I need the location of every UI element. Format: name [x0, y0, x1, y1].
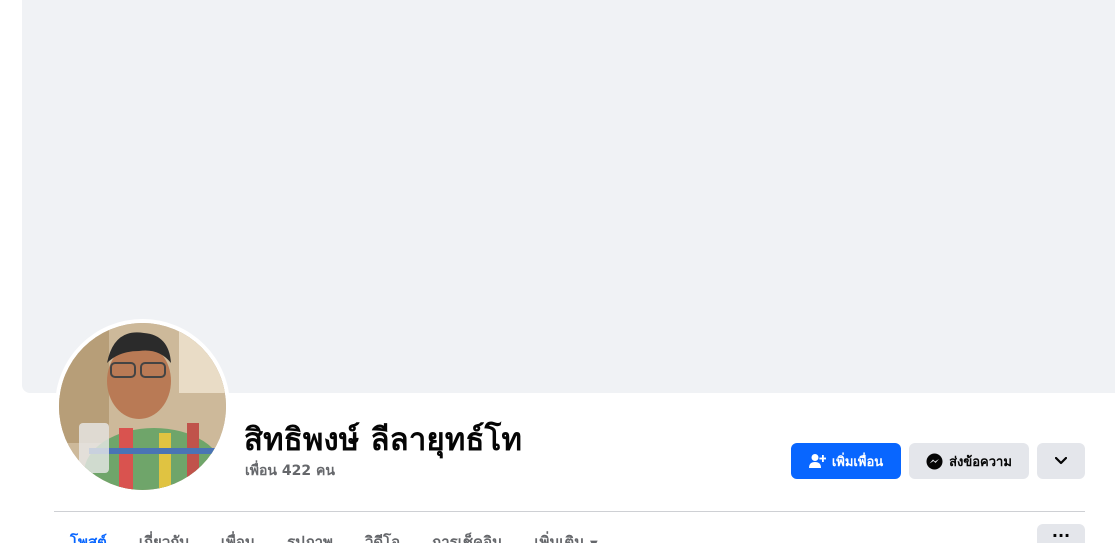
tab-ellipsis-button[interactable]: ··· [1037, 524, 1085, 543]
more-options-button[interactable] [1037, 443, 1085, 479]
tab-more[interactable]: เพิ่มเติม ▼ [518, 524, 613, 543]
profile-name: สิทธิพงษ์ ลีลายุทธ์โท [244, 422, 523, 458]
tab-friends[interactable]: เพื่อน [205, 524, 271, 543]
avatar-photo [59, 323, 226, 490]
tab-posts[interactable]: โพสต์ [54, 524, 123, 543]
friends-count[interactable]: เพื่อน 422 คน [245, 460, 335, 482]
caret-down-icon: ▼ [590, 539, 598, 543]
tab-more-label: เพิ่มเติม [534, 533, 585, 543]
add-friend-label: เพิ่มเพื่อน [831, 454, 884, 470]
tab-photos[interactable]: รูปภาพ [271, 524, 349, 543]
ellipsis-icon: ··· [1051, 526, 1071, 543]
tab-checkins[interactable]: การเช็คอิน [416, 524, 518, 543]
messenger-icon [926, 453, 943, 470]
profile-divider [54, 511, 1085, 512]
tab-videos[interactable]: วิดีโอ [349, 524, 416, 543]
add-friend-button[interactable]: เพิ่มเพื่อน [791, 443, 901, 479]
avatar[interactable] [59, 323, 226, 490]
message-button[interactable]: ส่งข้อความ [909, 443, 1029, 479]
profile-tabs: โพสต์ เกี่ยวกับ เพื่อน รูปภาพ วิดีโอ การ… [54, 524, 614, 543]
add-person-icon [808, 453, 826, 469]
profile-page: สิทธิพงษ์ ลีลายุทธ์โท เพื่อน 422 คน เพิ่… [0, 0, 1115, 543]
tab-about[interactable]: เกี่ยวกับ [123, 524, 205, 543]
chevron-down-icon [1054, 454, 1068, 469]
message-label: ส่งข้อความ [949, 454, 1012, 470]
